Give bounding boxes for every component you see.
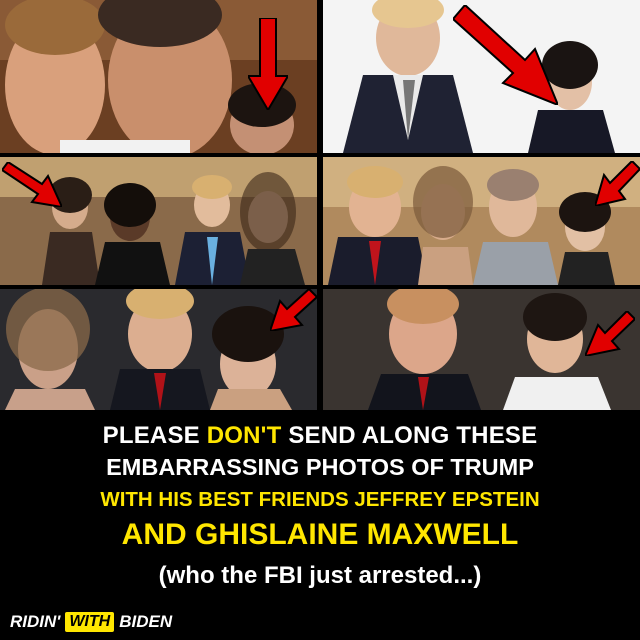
photo-grid bbox=[0, 0, 640, 410]
caption-line-1-post: SEND ALONG THESE bbox=[281, 422, 538, 449]
caption-line-4: AND GHISLAINE MAXWELL bbox=[121, 518, 519, 551]
brand-logo: RIDIN' WITH BIDEN bbox=[10, 608, 172, 636]
photo-1 bbox=[0, 0, 317, 153]
photo-6 bbox=[323, 289, 640, 410]
caption-highlight: DON'T bbox=[206, 422, 282, 449]
photo-3 bbox=[0, 157, 317, 285]
caption-line-1-pre: PLEASE bbox=[102, 422, 207, 449]
red-arrow-icon bbox=[2, 162, 62, 207]
caption-line-3: WITH HIS BEST FRIENDS JEFFREY EPSTEIN bbox=[100, 488, 540, 511]
caption: PLEASE DON'T SEND ALONG THESE EMBARRASSI… bbox=[0, 412, 640, 640]
caption-line-1: PLEASE DON'T SEND ALONG THESE bbox=[0, 422, 640, 450]
brand-word-1: RIDIN' bbox=[10, 612, 61, 631]
photo-2 bbox=[323, 0, 640, 153]
red-arrow-icon bbox=[270, 289, 317, 331]
photo-5 bbox=[0, 289, 317, 410]
red-arrow-icon bbox=[585, 311, 635, 356]
caption-line-5: (who the FBI just arrested...) bbox=[158, 562, 482, 589]
caption-line-2: EMBARRASSING PHOTOS OF TRUMP bbox=[106, 454, 534, 480]
brand-word-2: WITH bbox=[65, 612, 115, 632]
photo-4 bbox=[323, 157, 640, 285]
brand-word-3: BIDEN bbox=[119, 612, 173, 631]
red-arrow-icon bbox=[453, 5, 558, 105]
red-arrow-icon bbox=[595, 161, 640, 206]
red-arrow-icon bbox=[248, 18, 288, 110]
